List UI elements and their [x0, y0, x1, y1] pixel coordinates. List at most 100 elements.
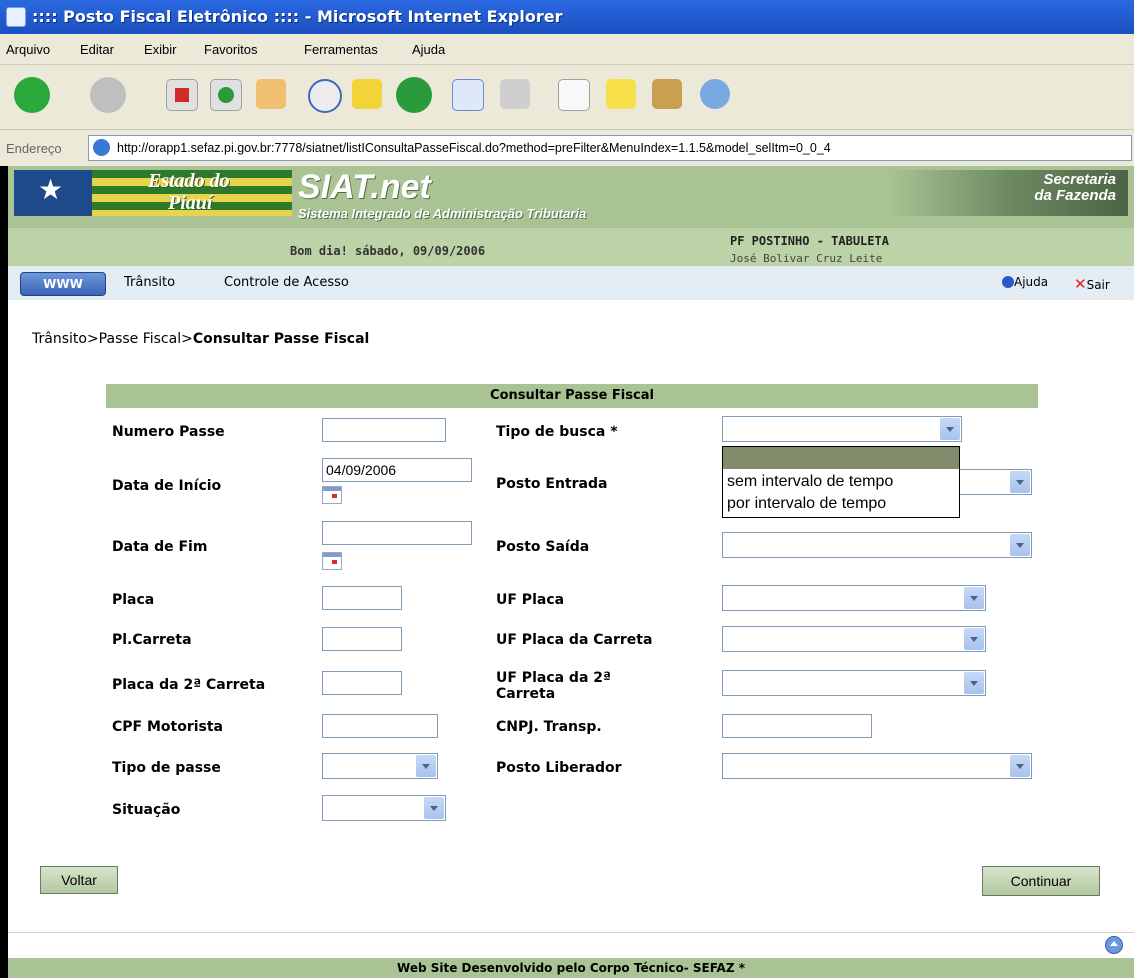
- print-icon[interactable]: [500, 79, 530, 109]
- posto-liberador-label: Posto Liberador: [496, 760, 622, 776]
- data-inicio-input[interactable]: [322, 458, 472, 482]
- menu-exibir[interactable]: Exibir: [144, 42, 177, 57]
- help-link[interactable]: Ajuda: [1002, 275, 1048, 289]
- uf-placa-2-carreta-label: UF Placa da 2ª Carreta: [496, 670, 611, 702]
- banner-lower-band: [8, 228, 1134, 266]
- secretaria-line1: Secretaria: [1043, 171, 1116, 188]
- dropdown-option-por-intervalo[interactable]: por intervalo de tempo: [727, 495, 886, 513]
- window-title: :::: Posto Fiscal Eletrônico :::: - Micr…: [32, 7, 563, 26]
- posto-saida-label: Posto Saída: [496, 539, 590, 555]
- chevron-down-icon: [964, 672, 984, 694]
- chevron-down-icon: [940, 418, 960, 440]
- stop-icon[interactable]: [166, 79, 198, 111]
- menu-bar: Arquivo Editar Exibir Favoritos Ferramen…: [0, 34, 1134, 65]
- posto-name: PF POSTINHO - TABULETA: [730, 234, 889, 248]
- uf-placa-2-carreta-label-line1: UF Placa da 2ª: [496, 670, 611, 686]
- placa-input[interactable]: [322, 586, 402, 610]
- edit-icon[interactable]: [558, 79, 590, 111]
- uf-placa-2-carreta-label-line2: Carreta: [496, 686, 556, 702]
- data-inicio-label: Data de Início: [112, 478, 222, 494]
- voltar-button[interactable]: Voltar: [40, 866, 118, 894]
- chevron-down-icon: [1010, 755, 1030, 777]
- uf-placa-select[interactable]: [722, 585, 986, 611]
- chevron-down-icon: [964, 587, 984, 609]
- estado-line2: Piauí: [168, 192, 213, 214]
- numero-passe-label: Numero Passe: [112, 424, 225, 440]
- form-title: Consultar Passe Fiscal: [106, 384, 1038, 408]
- folder-icon[interactable]: [652, 79, 682, 109]
- calendar-icon[interactable]: [322, 486, 342, 504]
- status-area: [8, 932, 1134, 959]
- user-name: José Bolivar Cruz Leite: [730, 252, 883, 265]
- menu-favoritos[interactable]: Favoritos: [204, 42, 257, 57]
- posto-entrada-label: Posto Entrada: [496, 476, 608, 492]
- exit-label: Sair: [1086, 278, 1110, 292]
- history-icon[interactable]: [396, 77, 432, 113]
- nav-item-transito[interactable]: Trânsito: [124, 275, 175, 290]
- mail-icon[interactable]: [452, 79, 484, 111]
- nav-bar: WWW Trânsito Controle de Acesso Ajuda ✕S…: [8, 266, 1134, 300]
- exit-link[interactable]: ✕Sair: [1074, 275, 1110, 293]
- pl-carreta-label: Pl.Carreta: [112, 632, 192, 648]
- chevron-down-icon: [1010, 471, 1030, 493]
- situacao-label: Situação: [112, 802, 181, 818]
- frame-border: [0, 166, 8, 978]
- data-fim-input[interactable]: [322, 521, 472, 545]
- placa-2-carreta-input[interactable]: [322, 671, 402, 695]
- dropdown-option-empty[interactable]: [723, 447, 959, 469]
- search-icon[interactable]: [308, 79, 342, 113]
- uf-placa-carreta-label: UF Placa da Carreta: [496, 632, 653, 648]
- forward-icon[interactable]: [90, 77, 126, 113]
- tipo-busca-dropdown-list: sem intervalo de tempo por intervalo de …: [722, 446, 960, 518]
- posto-saida-select[interactable]: [722, 532, 1032, 558]
- breadcrumb: Trânsito>Passe Fiscal>Consultar Passe Fi…: [32, 331, 369, 347]
- secretaria-logo: Secretaria da Fazenda: [976, 172, 1116, 204]
- tipo-busca-select[interactable]: [722, 416, 962, 442]
- cnpj-transp-input[interactable]: [722, 714, 872, 738]
- back-icon[interactable]: [14, 77, 50, 113]
- tipo-busca-label: Tipo de busca *: [496, 424, 618, 440]
- placa-label: Placa: [112, 592, 155, 608]
- home-icon[interactable]: [256, 79, 286, 109]
- chevron-down-icon: [1010, 534, 1030, 556]
- address-url: http://orapp1.sefaz.pi.gov.br:7778/siatn…: [117, 141, 831, 155]
- address-field[interactable]: http://orapp1.sefaz.pi.gov.br:7778/siatn…: [88, 135, 1132, 161]
- calendar-icon[interactable]: [322, 552, 342, 570]
- menu-editar[interactable]: Editar: [80, 42, 114, 57]
- scroll-up-icon[interactable]: [1105, 936, 1123, 954]
- siat-logo: SIAT.net: [298, 168, 431, 206]
- siat-subtitle: Sistema Integrado de Administração Tribu…: [298, 206, 587, 221]
- continuar-button[interactable]: Continuar: [982, 866, 1100, 896]
- uf-placa-2-carreta-select[interactable]: [722, 670, 986, 696]
- chevron-down-icon: [424, 797, 444, 819]
- uf-placa-carreta-select[interactable]: [722, 626, 986, 652]
- piaui-flag-star: ★: [14, 170, 92, 216]
- cpf-motorista-label: CPF Motorista: [112, 719, 224, 735]
- menu-ajuda[interactable]: Ajuda: [412, 42, 445, 57]
- discuss-icon[interactable]: [606, 79, 636, 109]
- chevron-down-icon: [416, 755, 436, 777]
- menu-ferramentas[interactable]: Ferramentas: [304, 42, 378, 57]
- favorites-icon[interactable]: [352, 79, 382, 109]
- address-bar: Endereço http://orapp1.sefaz.pi.gov.br:7…: [0, 130, 1134, 167]
- dropdown-option-sem-intervalo[interactable]: sem intervalo de tempo: [727, 473, 893, 491]
- posto-liberador-select[interactable]: [722, 753, 1032, 779]
- numero-passe-input[interactable]: [322, 418, 446, 442]
- pl-carreta-input[interactable]: [322, 627, 402, 651]
- messenger-icon[interactable]: [700, 79, 730, 109]
- data-fim-label: Data de Fim: [112, 539, 208, 555]
- nav-item-controle-acesso[interactable]: Controle de Acesso: [224, 275, 349, 290]
- help-label: Ajuda: [1014, 275, 1049, 289]
- ie-page-icon: [93, 139, 110, 156]
- refresh-icon[interactable]: [210, 79, 242, 111]
- tipo-passe-select[interactable]: [322, 753, 438, 779]
- situacao-select[interactable]: [322, 795, 446, 821]
- cpf-motorista-input[interactable]: [322, 714, 438, 738]
- ie-window-icon: [6, 7, 26, 27]
- address-label: Endereço: [6, 141, 62, 156]
- breadcrumb-path: Trânsito>Passe Fiscal>: [32, 331, 193, 347]
- tipo-passe-label: Tipo de passe: [112, 760, 221, 776]
- home-www-button[interactable]: WWW: [20, 272, 106, 296]
- menu-arquivo[interactable]: Arquivo: [6, 42, 50, 57]
- cnpj-transp-label: CNPJ. Transp.: [496, 719, 602, 735]
